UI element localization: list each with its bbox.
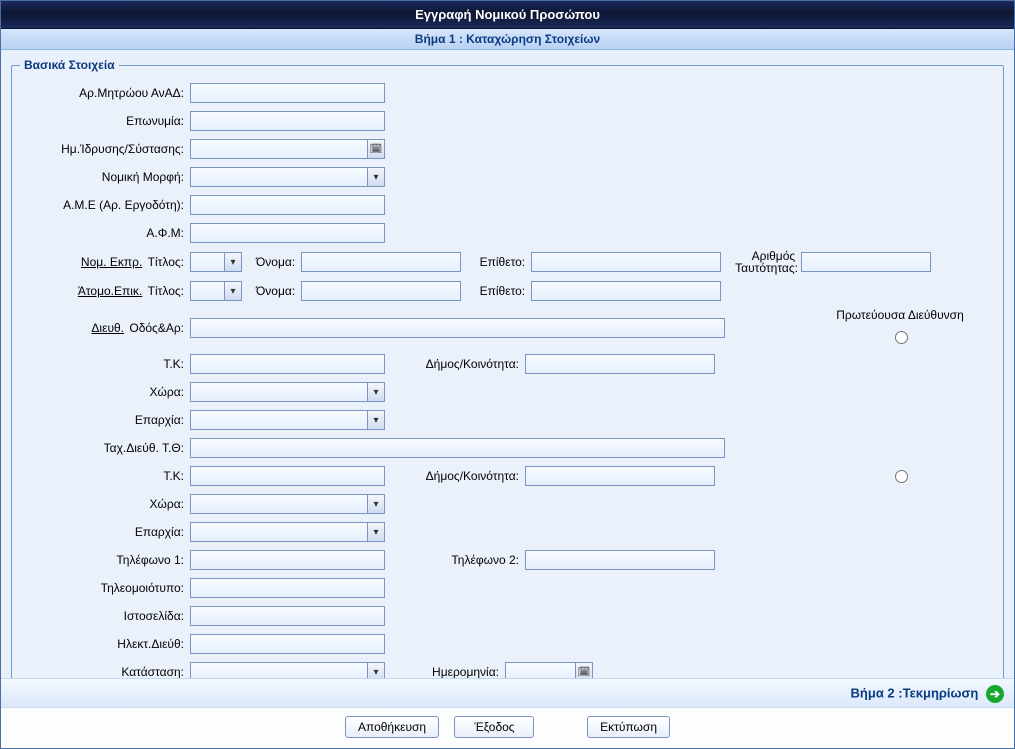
input-odos-ar[interactable] bbox=[190, 318, 725, 338]
label-atomo-epik: Άτομο.Επικ. Τίτλος: bbox=[20, 284, 190, 298]
label-nom-ekpr: Νομ. Εκπρ. Τίτλος: bbox=[20, 255, 190, 269]
button-bar: Αποθήκευση Έξοδος Εκτύπωση bbox=[1, 707, 1014, 748]
chevron-down-icon[interactable]: ▾ bbox=[367, 662, 385, 678]
label-tk-1: Τ.Κ: bbox=[20, 357, 190, 371]
label-dimos-1: Δήμος/Κοινότητα: bbox=[385, 357, 525, 371]
label-website: Ιστοσελίδα: bbox=[20, 609, 190, 623]
label-ame: Α.Μ.Ε (Αρ. Εργοδότη): bbox=[20, 198, 190, 212]
input-tk-2[interactable] bbox=[190, 466, 385, 486]
input-tk-1[interactable] bbox=[190, 354, 385, 374]
label-til2: Τηλέφωνο 2: bbox=[385, 553, 525, 567]
step-title-bar: Βήμα 1 : Καταχώρηση Στοιχείων bbox=[1, 29, 1014, 50]
label-imerominia: Ημερομηνία: bbox=[385, 665, 505, 678]
label-titlos-2: Τίτλος: bbox=[148, 284, 184, 298]
input-nom-id[interactable] bbox=[801, 252, 931, 272]
select-xora-2[interactable] bbox=[190, 494, 367, 514]
radio-primary-addr-2[interactable] bbox=[895, 470, 908, 483]
label-katastasi: Κατάσταση: bbox=[20, 665, 190, 678]
next-step-label: Βήμα 2 :Τεκμηρίωση bbox=[851, 685, 979, 700]
input-ar-mitroou[interactable] bbox=[190, 83, 385, 103]
label-fax: Τηλεομοιότυπο: bbox=[20, 581, 190, 595]
save-button[interactable]: Αποθήκευση bbox=[345, 716, 439, 738]
select-katastasi[interactable] bbox=[190, 662, 367, 678]
input-website[interactable] bbox=[190, 606, 385, 626]
arrow-right-icon: ➔ bbox=[986, 685, 1004, 703]
label-eparxia-1: Επαρχία: bbox=[20, 413, 190, 427]
window-title: Εγγραφή Νομικού Προσώπου bbox=[415, 7, 600, 22]
chevron-down-icon[interactable]: ▾ bbox=[224, 252, 242, 272]
label-til1: Τηλέφωνο 1: bbox=[20, 553, 190, 567]
window-title-bar: Εγγραφή Νομικού Προσώπου bbox=[1, 1, 1014, 29]
input-idrysis-date[interactable] bbox=[190, 139, 367, 159]
input-dimos-2[interactable] bbox=[525, 466, 715, 486]
input-afm[interactable] bbox=[190, 223, 385, 243]
calendar-icon[interactable]: 🗓 bbox=[367, 139, 385, 159]
select-nom-titlos[interactable] bbox=[190, 252, 224, 272]
group-legend: Βασικά Στοιχεία bbox=[20, 58, 119, 72]
label-email: Ηλεκτ.Διεύθ: bbox=[20, 637, 190, 651]
label-dieuth-odos: Διευθ. Οδός&Αρ: bbox=[20, 321, 190, 335]
input-ame[interactable] bbox=[190, 195, 385, 215]
basic-info-group: Βασικά Στοιχεία Αρ.Μητρώου ΑνΑΔ: Επωνυμί… bbox=[11, 58, 1004, 678]
input-imerominia[interactable] bbox=[505, 662, 575, 678]
primary-address-header: Πρωτεύουσα Διεύθυνση bbox=[805, 308, 995, 347]
input-nom-epitheto[interactable] bbox=[531, 252, 721, 272]
select-xora-1[interactable] bbox=[190, 382, 367, 402]
calendar-icon[interactable]: 🗓 bbox=[575, 662, 593, 678]
label-xora-1: Χώρα: bbox=[20, 385, 190, 399]
label-eparxia-2: Επαρχία: bbox=[20, 525, 190, 539]
input-dimos-1[interactable] bbox=[525, 354, 715, 374]
label-idrysis: Ημ.Ίδρυσης/Σύστασης: bbox=[20, 142, 190, 156]
label-epitheto-1: Επίθετο: bbox=[461, 255, 531, 269]
label-epitheto-2: Επίθετο: bbox=[461, 284, 531, 298]
label-xora-2: Χώρα: bbox=[20, 497, 190, 511]
select-nomiki-morfi[interactable] bbox=[190, 167, 367, 187]
select-atomo-titlos[interactable] bbox=[190, 281, 224, 301]
label-tax-dieuth: Ταχ.Διεύθ. Τ.Θ: bbox=[20, 441, 190, 455]
label-eponymia: Επωνυμία: bbox=[20, 114, 190, 128]
label-ar-mitroou: Αρ.Μητρώου ΑνΑΔ: bbox=[20, 86, 190, 100]
exit-button[interactable]: Έξοδος bbox=[454, 716, 534, 738]
content-area: Βασικά Στοιχεία Αρ.Μητρώου ΑνΑΔ: Επωνυμί… bbox=[1, 50, 1014, 678]
input-tax-tth[interactable] bbox=[190, 438, 725, 458]
link-atomo-epik[interactable]: Άτομο.Επικ. bbox=[78, 284, 142, 298]
window: Εγγραφή Νομικού Προσώπου Βήμα 1 : Καταχώ… bbox=[0, 0, 1015, 749]
input-til2[interactable] bbox=[525, 550, 715, 570]
chevron-down-icon[interactable]: ▾ bbox=[224, 281, 242, 301]
input-fax[interactable] bbox=[190, 578, 385, 598]
chevron-down-icon[interactable]: ▾ bbox=[367, 382, 385, 402]
label-primary-addr: Πρωτεύουσα Διεύθυνση bbox=[805, 308, 995, 322]
input-atomo-epitheto[interactable] bbox=[531, 281, 721, 301]
input-email[interactable] bbox=[190, 634, 385, 654]
input-atomo-onoma[interactable] bbox=[301, 281, 461, 301]
radio-primary-addr-1[interactable] bbox=[895, 331, 908, 344]
label-onoma-1: Όνομα: bbox=[242, 255, 301, 269]
print-button[interactable]: Εκτύπωση bbox=[587, 716, 670, 738]
select-eparxia-1[interactable] bbox=[190, 410, 367, 430]
label-titlos-1: Τίτλος: bbox=[148, 255, 184, 269]
chevron-down-icon[interactable]: ▾ bbox=[367, 494, 385, 514]
input-eponymia[interactable] bbox=[190, 111, 385, 131]
chevron-down-icon[interactable]: ▾ bbox=[367, 522, 385, 542]
input-til1[interactable] bbox=[190, 550, 385, 570]
chevron-down-icon[interactable]: ▾ bbox=[367, 410, 385, 430]
input-nom-onoma[interactable] bbox=[301, 252, 461, 272]
label-afm: Α.Φ.Μ: bbox=[20, 226, 190, 240]
label-onoma-2: Όνομα: bbox=[242, 284, 301, 298]
label-nomiki-morfi: Νομική Μορφή: bbox=[20, 170, 190, 184]
step-title: Βήμα 1 : Καταχώρηση Στοιχείων bbox=[415, 32, 600, 46]
next-step-bar[interactable]: Βήμα 2 :Τεκμηρίωση ➔ bbox=[1, 678, 1014, 707]
primary-address-radio-2-wrap bbox=[805, 467, 995, 486]
label-dimos-2: Δήμος/Κοινότητα: bbox=[385, 469, 525, 483]
label-id-number: Αριθμός Ταυτότητας: bbox=[721, 250, 801, 274]
link-dieuth[interactable]: Διευθ. bbox=[91, 321, 124, 335]
chevron-down-icon[interactable]: ▾ bbox=[367, 167, 385, 187]
select-eparxia-2[interactable] bbox=[190, 522, 367, 542]
link-nom-ekpr[interactable]: Νομ. Εκπρ. bbox=[81, 255, 142, 269]
label-tk-2: Τ.Κ: bbox=[20, 469, 190, 483]
label-odos-ar: Οδός&Αρ: bbox=[129, 321, 184, 335]
